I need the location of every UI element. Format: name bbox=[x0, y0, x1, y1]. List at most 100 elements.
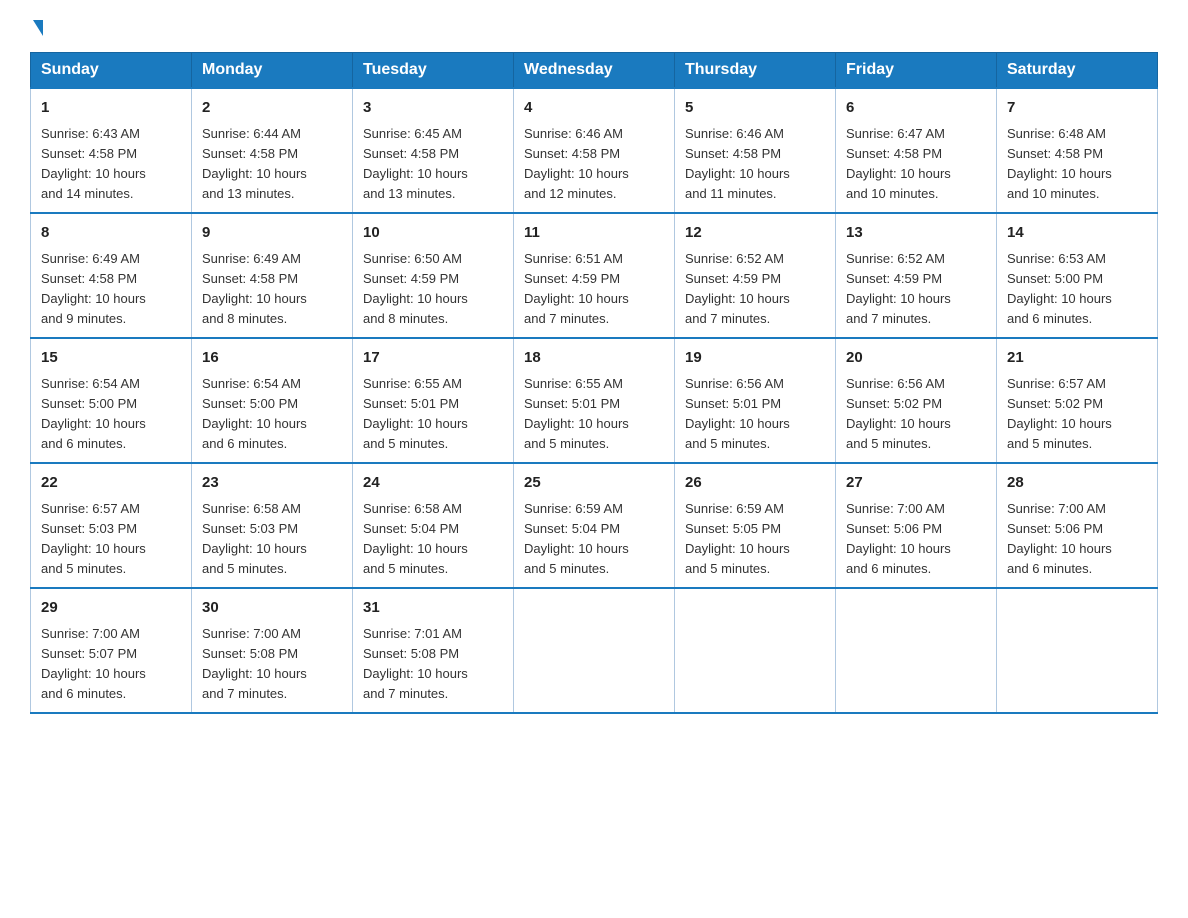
day-number: 6 bbox=[846, 97, 986, 120]
calendar-cell: 8 Sunrise: 6:49 AMSunset: 4:58 PMDayligh… bbox=[31, 213, 192, 338]
calendar-week-row: 29 Sunrise: 7:00 AMSunset: 5:07 PMDaylig… bbox=[31, 588, 1158, 713]
logo bbox=[30, 20, 43, 34]
day-info: Sunrise: 6:59 AMSunset: 5:04 PMDaylight:… bbox=[524, 501, 629, 576]
day-info: Sunrise: 6:43 AMSunset: 4:58 PMDaylight:… bbox=[41, 126, 146, 201]
page-header bbox=[30, 20, 1158, 34]
day-number: 8 bbox=[41, 222, 181, 245]
day-info: Sunrise: 7:00 AMSunset: 5:07 PMDaylight:… bbox=[41, 626, 146, 701]
calendar-cell: 19 Sunrise: 6:56 AMSunset: 5:01 PMDaylig… bbox=[675, 338, 836, 463]
calendar-cell: 31 Sunrise: 7:01 AMSunset: 5:08 PMDaylig… bbox=[353, 588, 514, 713]
day-number: 28 bbox=[1007, 472, 1147, 495]
day-info: Sunrise: 6:46 AMSunset: 4:58 PMDaylight:… bbox=[524, 126, 629, 201]
calendar-header-row: SundayMondayTuesdayWednesdayThursdayFrid… bbox=[31, 53, 1158, 89]
calendar-week-row: 15 Sunrise: 6:54 AMSunset: 5:00 PMDaylig… bbox=[31, 338, 1158, 463]
calendar-cell: 14 Sunrise: 6:53 AMSunset: 5:00 PMDaylig… bbox=[997, 213, 1158, 338]
day-number: 15 bbox=[41, 347, 181, 370]
day-number: 24 bbox=[363, 472, 503, 495]
day-info: Sunrise: 6:56 AMSunset: 5:02 PMDaylight:… bbox=[846, 376, 951, 451]
day-info: Sunrise: 7:00 AMSunset: 5:06 PMDaylight:… bbox=[1007, 501, 1112, 576]
day-info: Sunrise: 6:59 AMSunset: 5:05 PMDaylight:… bbox=[685, 501, 790, 576]
calendar-cell: 16 Sunrise: 6:54 AMSunset: 5:00 PMDaylig… bbox=[192, 338, 353, 463]
day-info: Sunrise: 6:55 AMSunset: 5:01 PMDaylight:… bbox=[363, 376, 468, 451]
col-header-sunday: Sunday bbox=[31, 53, 192, 89]
col-header-friday: Friday bbox=[836, 53, 997, 89]
day-number: 29 bbox=[41, 597, 181, 620]
calendar-cell bbox=[514, 588, 675, 713]
day-info: Sunrise: 6:48 AMSunset: 4:58 PMDaylight:… bbox=[1007, 126, 1112, 201]
day-info: Sunrise: 7:01 AMSunset: 5:08 PMDaylight:… bbox=[363, 626, 468, 701]
day-number: 22 bbox=[41, 472, 181, 495]
day-number: 3 bbox=[363, 97, 503, 120]
col-header-wednesday: Wednesday bbox=[514, 53, 675, 89]
day-number: 10 bbox=[363, 222, 503, 245]
day-info: Sunrise: 6:53 AMSunset: 5:00 PMDaylight:… bbox=[1007, 251, 1112, 326]
day-number: 18 bbox=[524, 347, 664, 370]
col-header-tuesday: Tuesday bbox=[353, 53, 514, 89]
calendar-cell: 2 Sunrise: 6:44 AMSunset: 4:58 PMDayligh… bbox=[192, 88, 353, 213]
calendar-cell: 21 Sunrise: 6:57 AMSunset: 5:02 PMDaylig… bbox=[997, 338, 1158, 463]
day-number: 20 bbox=[846, 347, 986, 370]
calendar-cell: 27 Sunrise: 7:00 AMSunset: 5:06 PMDaylig… bbox=[836, 463, 997, 588]
day-info: Sunrise: 6:54 AMSunset: 5:00 PMDaylight:… bbox=[41, 376, 146, 451]
calendar-cell: 5 Sunrise: 6:46 AMSunset: 4:58 PMDayligh… bbox=[675, 88, 836, 213]
calendar-cell: 1 Sunrise: 6:43 AMSunset: 4:58 PMDayligh… bbox=[31, 88, 192, 213]
calendar-table: SundayMondayTuesdayWednesdayThursdayFrid… bbox=[30, 52, 1158, 714]
day-info: Sunrise: 6:52 AMSunset: 4:59 PMDaylight:… bbox=[846, 251, 951, 326]
logo-triangle-icon bbox=[33, 20, 43, 36]
day-info: Sunrise: 6:49 AMSunset: 4:58 PMDaylight:… bbox=[202, 251, 307, 326]
calendar-cell: 6 Sunrise: 6:47 AMSunset: 4:58 PMDayligh… bbox=[836, 88, 997, 213]
calendar-cell: 12 Sunrise: 6:52 AMSunset: 4:59 PMDaylig… bbox=[675, 213, 836, 338]
day-info: Sunrise: 6:44 AMSunset: 4:58 PMDaylight:… bbox=[202, 126, 307, 201]
day-info: Sunrise: 6:58 AMSunset: 5:04 PMDaylight:… bbox=[363, 501, 468, 576]
day-info: Sunrise: 6:45 AMSunset: 4:58 PMDaylight:… bbox=[363, 126, 468, 201]
calendar-cell: 23 Sunrise: 6:58 AMSunset: 5:03 PMDaylig… bbox=[192, 463, 353, 588]
day-info: Sunrise: 6:51 AMSunset: 4:59 PMDaylight:… bbox=[524, 251, 629, 326]
calendar-cell: 10 Sunrise: 6:50 AMSunset: 4:59 PMDaylig… bbox=[353, 213, 514, 338]
calendar-cell: 3 Sunrise: 6:45 AMSunset: 4:58 PMDayligh… bbox=[353, 88, 514, 213]
calendar-cell bbox=[836, 588, 997, 713]
calendar-cell: 13 Sunrise: 6:52 AMSunset: 4:59 PMDaylig… bbox=[836, 213, 997, 338]
col-header-monday: Monday bbox=[192, 53, 353, 89]
calendar-week-row: 22 Sunrise: 6:57 AMSunset: 5:03 PMDaylig… bbox=[31, 463, 1158, 588]
day-info: Sunrise: 6:54 AMSunset: 5:00 PMDaylight:… bbox=[202, 376, 307, 451]
day-number: 19 bbox=[685, 347, 825, 370]
calendar-cell bbox=[997, 588, 1158, 713]
day-number: 23 bbox=[202, 472, 342, 495]
day-number: 27 bbox=[846, 472, 986, 495]
calendar-week-row: 8 Sunrise: 6:49 AMSunset: 4:58 PMDayligh… bbox=[31, 213, 1158, 338]
day-info: Sunrise: 6:57 AMSunset: 5:02 PMDaylight:… bbox=[1007, 376, 1112, 451]
calendar-cell: 11 Sunrise: 6:51 AMSunset: 4:59 PMDaylig… bbox=[514, 213, 675, 338]
calendar-cell: 4 Sunrise: 6:46 AMSunset: 4:58 PMDayligh… bbox=[514, 88, 675, 213]
day-number: 9 bbox=[202, 222, 342, 245]
day-info: Sunrise: 6:55 AMSunset: 5:01 PMDaylight:… bbox=[524, 376, 629, 451]
day-number: 5 bbox=[685, 97, 825, 120]
day-number: 4 bbox=[524, 97, 664, 120]
day-info: Sunrise: 6:58 AMSunset: 5:03 PMDaylight:… bbox=[202, 501, 307, 576]
day-number: 17 bbox=[363, 347, 503, 370]
day-number: 30 bbox=[202, 597, 342, 620]
day-number: 26 bbox=[685, 472, 825, 495]
calendar-cell: 26 Sunrise: 6:59 AMSunset: 5:05 PMDaylig… bbox=[675, 463, 836, 588]
col-header-thursday: Thursday bbox=[675, 53, 836, 89]
calendar-cell: 20 Sunrise: 6:56 AMSunset: 5:02 PMDaylig… bbox=[836, 338, 997, 463]
day-number: 13 bbox=[846, 222, 986, 245]
day-number: 7 bbox=[1007, 97, 1147, 120]
day-number: 14 bbox=[1007, 222, 1147, 245]
day-number: 21 bbox=[1007, 347, 1147, 370]
calendar-cell: 30 Sunrise: 7:00 AMSunset: 5:08 PMDaylig… bbox=[192, 588, 353, 713]
day-number: 1 bbox=[41, 97, 181, 120]
day-info: Sunrise: 6:50 AMSunset: 4:59 PMDaylight:… bbox=[363, 251, 468, 326]
day-number: 25 bbox=[524, 472, 664, 495]
day-number: 11 bbox=[524, 222, 664, 245]
day-number: 12 bbox=[685, 222, 825, 245]
col-header-saturday: Saturday bbox=[997, 53, 1158, 89]
day-info: Sunrise: 6:46 AMSunset: 4:58 PMDaylight:… bbox=[685, 126, 790, 201]
day-info: Sunrise: 6:56 AMSunset: 5:01 PMDaylight:… bbox=[685, 376, 790, 451]
calendar-cell: 22 Sunrise: 6:57 AMSunset: 5:03 PMDaylig… bbox=[31, 463, 192, 588]
calendar-cell: 28 Sunrise: 7:00 AMSunset: 5:06 PMDaylig… bbox=[997, 463, 1158, 588]
day-info: Sunrise: 6:49 AMSunset: 4:58 PMDaylight:… bbox=[41, 251, 146, 326]
day-number: 2 bbox=[202, 97, 342, 120]
calendar-cell bbox=[675, 588, 836, 713]
calendar-cell: 24 Sunrise: 6:58 AMSunset: 5:04 PMDaylig… bbox=[353, 463, 514, 588]
calendar-week-row: 1 Sunrise: 6:43 AMSunset: 4:58 PMDayligh… bbox=[31, 88, 1158, 213]
